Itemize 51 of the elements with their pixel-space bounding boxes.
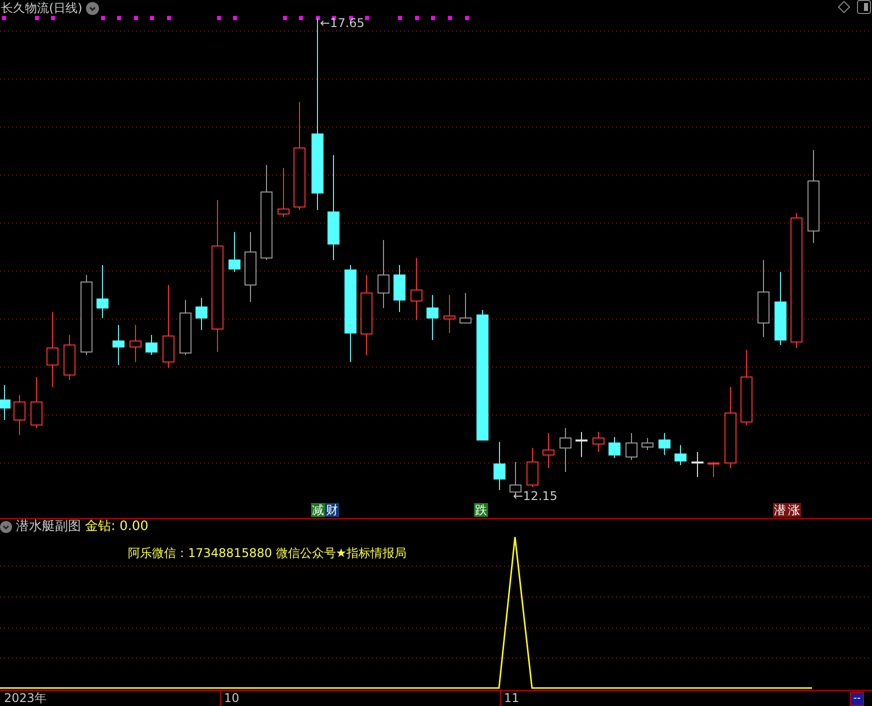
candlestick — [460, 292, 472, 324]
candlestick — [526, 448, 538, 488]
candlestick — [394, 264, 406, 312]
signal-tag: 财 — [325, 503, 339, 517]
signal-tag: 涨 — [787, 503, 801, 517]
candlestick — [542, 432, 554, 468]
corner-button[interactable]: -- — [850, 692, 864, 706]
price-label: ←12.15 — [513, 489, 558, 503]
candlestick — [444, 294, 456, 334]
signal-tag: 减 — [311, 503, 325, 517]
candlestick — [626, 432, 638, 460]
signal-tag: 跌 — [474, 503, 488, 517]
axis-label: 11 — [500, 691, 520, 706]
indicator-title: 潜水艇副图 — [16, 519, 81, 535]
dropdown-icon[interactable] — [86, 2, 100, 14]
diamond-icon[interactable] — [838, 1, 850, 13]
candlestick — [64, 334, 76, 380]
panel-toggle-icon[interactable] — [857, 0, 871, 14]
candlestick — [692, 452, 704, 478]
candlestick — [14, 394, 26, 436]
candlestick — [112, 324, 124, 366]
candlestick — [592, 432, 604, 452]
axis-label: 10 — [220, 691, 240, 706]
candlestick — [494, 442, 506, 490]
candlestick — [196, 298, 208, 330]
candlestick — [130, 324, 142, 362]
stock-title: 长久物流(日线) — [1, 1, 82, 15]
candlestick — [410, 258, 422, 320]
candlestick — [0, 384, 10, 420]
candlestick — [180, 300, 192, 356]
indicator-reading: 金钻: 0.00 — [85, 519, 148, 535]
candlestick — [560, 428, 572, 472]
candlestick — [30, 376, 42, 428]
indicator-note: 阿乐微信：17348815880 微信公众号★指标情报局 — [128, 545, 407, 562]
axis-label: 2023年 — [4, 691, 47, 706]
candlestick — [576, 432, 588, 458]
candlestick — [244, 232, 256, 302]
candlestick — [96, 264, 108, 318]
candlestick — [278, 168, 290, 218]
candlestick — [642, 438, 654, 450]
signal-tag: 潜 — [773, 503, 787, 517]
candlestick — [426, 294, 438, 340]
candlestick — [674, 444, 686, 466]
candlestick — [658, 432, 670, 456]
candlestick — [708, 462, 720, 478]
price-label: ←17.65 — [320, 16, 364, 30]
candlestick — [228, 232, 240, 272]
candlestick — [378, 240, 390, 308]
candlestick — [146, 334, 158, 356]
candlestick — [608, 436, 620, 458]
dropdown-icon[interactable] — [0, 521, 12, 533]
